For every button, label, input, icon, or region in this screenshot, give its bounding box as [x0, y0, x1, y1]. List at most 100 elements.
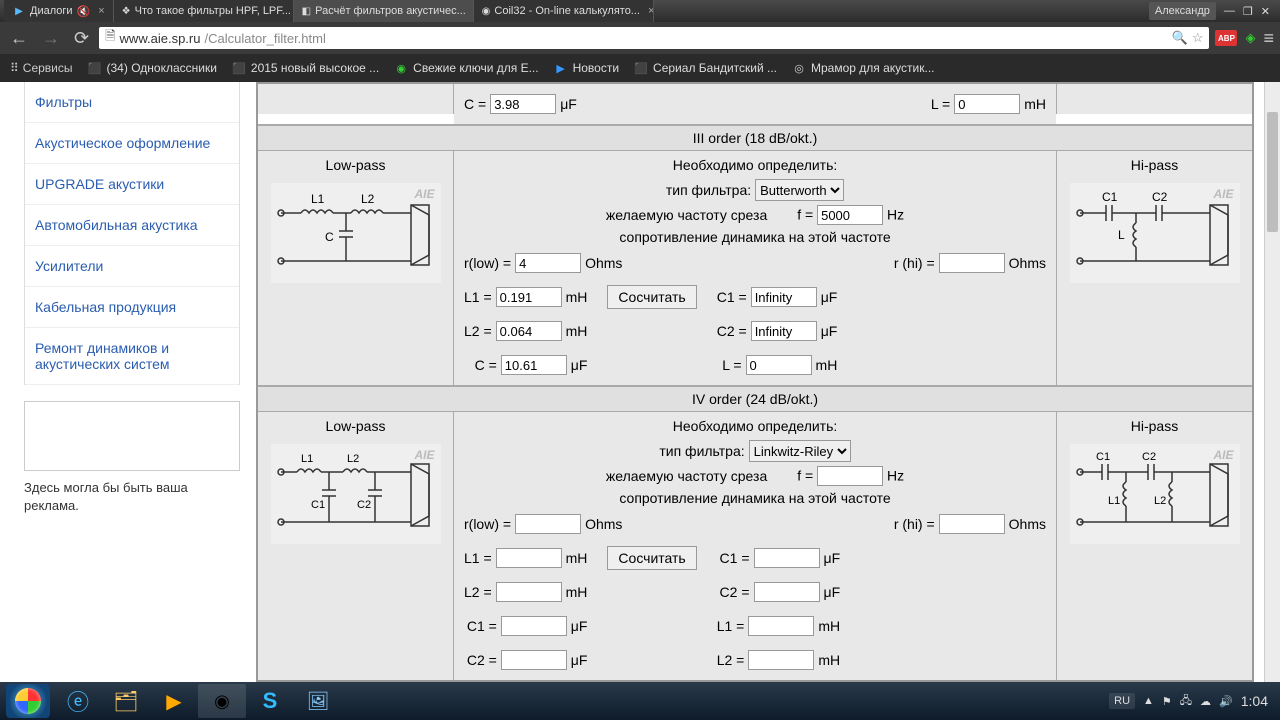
freq-input[interactable]: [817, 205, 883, 225]
tab-hpf-lpf[interactable]: ❖ Что такое фильтры HPF, LPF... ×: [114, 0, 294, 22]
abp-icon[interactable]: ABP: [1215, 30, 1237, 46]
tray-action-center-icon[interactable]: ⚑: [1162, 695, 1172, 708]
bookmark-2015[interactable]: ⬛2015 новый высокое ...: [227, 60, 383, 76]
c2-output[interactable]: [754, 582, 820, 602]
impedance-label: сопротивление динамика на этой частоте: [619, 490, 890, 506]
calculate-button[interactable]: Сосчитать: [607, 285, 696, 309]
bookmark-serial[interactable]: ⬛Сериал Бандитский ...: [629, 60, 781, 76]
start-button[interactable]: [6, 684, 50, 718]
sidebar-item-cables[interactable]: Кабельная продукция: [25, 287, 239, 328]
l-label: L =: [931, 96, 950, 112]
svg-text:L2: L2: [347, 453, 359, 465]
taskbar-ie[interactable]: ⓔ: [54, 684, 102, 718]
filter-type-select[interactable]: Butterworth: [755, 179, 844, 201]
calculate-button[interactable]: Сосчитать: [607, 546, 696, 570]
search-icon[interactable]: 🔍: [1172, 30, 1188, 46]
c1low-output[interactable]: [501, 616, 567, 636]
define-label: Необходимо определить:: [464, 157, 1046, 173]
window-titlebar: ▶ Диалоги 🔇 × ❖ Что такое фильтры HPF, L…: [0, 0, 1280, 22]
close-icon[interactable]: ✕: [1261, 5, 1270, 18]
favicon-icon: ◉: [393, 60, 409, 76]
c-output[interactable]: [490, 94, 556, 114]
ad-text: Здесь могла бы быть ваша реклама.: [24, 479, 240, 515]
hipass-title: Hi-pass: [1063, 157, 1246, 173]
sidebar-item-upgrade[interactable]: UPGRADE акустики: [25, 164, 239, 205]
favicon-icon: ❖: [122, 4, 131, 18]
address-bar[interactable]: 🗎 www.aie.sp.ru/Calculator_filter.html 🔍…: [99, 27, 1209, 49]
bookmark-marble[interactable]: ◎Мрамор для акустик...: [787, 60, 939, 76]
url-path: /Calculator_filter.html: [204, 31, 325, 46]
c2-output[interactable]: [751, 321, 817, 341]
language-indicator[interactable]: RU: [1109, 693, 1135, 709]
reload-button[interactable]: ⟳: [70, 28, 93, 49]
clock[interactable]: 1:04: [1241, 693, 1268, 709]
shield-icon[interactable]: ◈: [1245, 30, 1255, 46]
page-content: Фильтры Акустическое оформление UPGRADE …: [0, 82, 1280, 682]
close-icon[interactable]: ×: [648, 5, 654, 17]
tray-volume-icon[interactable]: 🔊: [1219, 695, 1233, 708]
tab-mute-icon[interactable]: 🔇: [77, 5, 91, 18]
bookmark-news[interactable]: ▶Новости: [549, 60, 623, 76]
c-output[interactable]: [501, 355, 567, 375]
bookmark-odnoklassniki[interactable]: ⬛(34) Одноклассники: [83, 60, 221, 76]
menu-icon[interactable]: ≡: [1263, 28, 1274, 49]
apps-button[interactable]: ⠿ Сервисы: [6, 61, 77, 75]
tab-calculator[interactable]: ◧ Расчёт фильтров акустичес... ×: [294, 0, 474, 22]
l1-output[interactable]: [496, 548, 562, 568]
c2low-output[interactable]: [501, 650, 567, 670]
vertical-scrollbar[interactable]: [1264, 82, 1280, 682]
play-icon: ▶: [12, 4, 26, 18]
sidebar-item-filters[interactable]: Фильтры: [25, 82, 239, 123]
taskbar-media[interactable]: ▶: [150, 684, 198, 718]
bookmark-keys[interactable]: ◉Свежие ключи для E...: [389, 60, 542, 76]
filter-type-label: тип фильтра:: [659, 443, 744, 459]
freq-input[interactable]: [817, 466, 883, 486]
taskbar-chrome[interactable]: ◉: [198, 684, 246, 718]
impedance-label: сопротивление динамика на этой частоте: [619, 229, 890, 245]
hl2-output[interactable]: [748, 650, 814, 670]
watermark: AIE: [1213, 448, 1233, 462]
l2-output[interactable]: [496, 321, 562, 341]
url-host: www.aie.sp.ru: [120, 31, 201, 46]
filter-type-select[interactable]: Linkwitz-Riley: [749, 440, 851, 462]
close-icon[interactable]: ×: [98, 5, 104, 17]
taskbar-skype[interactable]: S: [246, 684, 294, 718]
rhi-input[interactable]: [939, 514, 1005, 534]
tray-cloud-icon[interactable]: ☁: [1200, 695, 1211, 708]
minimize-icon[interactable]: —: [1224, 5, 1235, 17]
back-button[interactable]: ←: [6, 28, 32, 49]
tray-up-icon[interactable]: ▲: [1143, 695, 1154, 707]
sidebar-item-acoustic-design[interactable]: Акустическое оформление: [25, 123, 239, 164]
l2-output[interactable]: [496, 582, 562, 602]
bookmarks-bar: ⠿ Сервисы ⬛(34) Одноклассники ⬛2015 новы…: [0, 54, 1280, 82]
user-badge[interactable]: Александр: [1149, 2, 1216, 20]
rhi-input[interactable]: [939, 253, 1005, 273]
maximize-icon[interactable]: ❐: [1243, 5, 1253, 18]
forward-button[interactable]: →: [38, 28, 64, 49]
tab-dialogs[interactable]: ▶ Диалоги 🔇 ×: [4, 0, 114, 22]
hl1-output[interactable]: [748, 616, 814, 636]
svg-text:L1: L1: [301, 453, 313, 465]
hl-output[interactable]: [746, 355, 812, 375]
lowpass-circuit: AIE L1 L2 C: [271, 183, 441, 283]
rlow-input[interactable]: [515, 514, 581, 534]
sidebar-item-repair[interactable]: Ремонт динамиков и акустических систем: [25, 328, 239, 385]
l-output[interactable]: [954, 94, 1020, 114]
scrollbar-thumb[interactable]: [1267, 112, 1278, 232]
order4-header: IV order (24 dB/okt.): [258, 386, 1252, 412]
taskbar-explorer[interactable]: 🗂: [102, 684, 150, 718]
svg-text:C2: C2: [1142, 451, 1156, 463]
watermark: AIE: [414, 187, 434, 201]
c1-output[interactable]: [754, 548, 820, 568]
c1-output[interactable]: [751, 287, 817, 307]
taskbar-pictures[interactable]: 🖼: [294, 684, 342, 718]
tray-network-icon[interactable]: 🖧: [1180, 692, 1192, 711]
bookmark-star-icon[interactable]: ☆: [1192, 30, 1204, 46]
l1-output[interactable]: [496, 287, 562, 307]
sidebar-item-car-audio[interactable]: Автомобильная акустика: [25, 205, 239, 246]
tab-coil32[interactable]: ◉ Coil32 - On-line калькулято... ×: [474, 0, 654, 22]
svg-text:L2: L2: [1154, 495, 1166, 507]
sidebar-item-amplifiers[interactable]: Усилители: [25, 246, 239, 287]
rlow-input[interactable]: [515, 253, 581, 273]
svg-text:C1: C1: [1096, 451, 1110, 463]
